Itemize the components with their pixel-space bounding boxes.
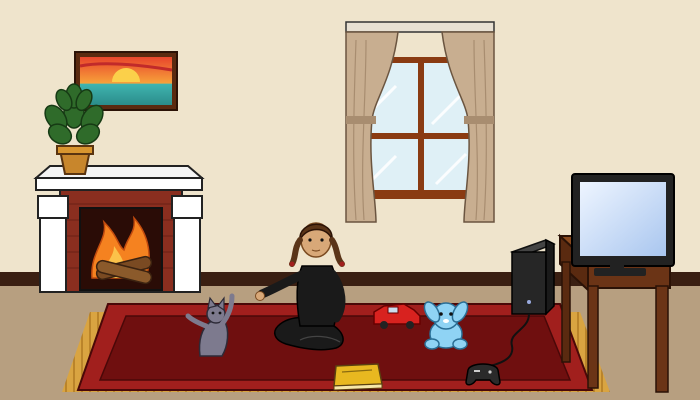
fireplace-icon[interactable] xyxy=(33,165,205,293)
book-icon[interactable] xyxy=(333,363,383,391)
room-scene xyxy=(0,0,700,400)
television-icon[interactable] xyxy=(571,173,675,276)
